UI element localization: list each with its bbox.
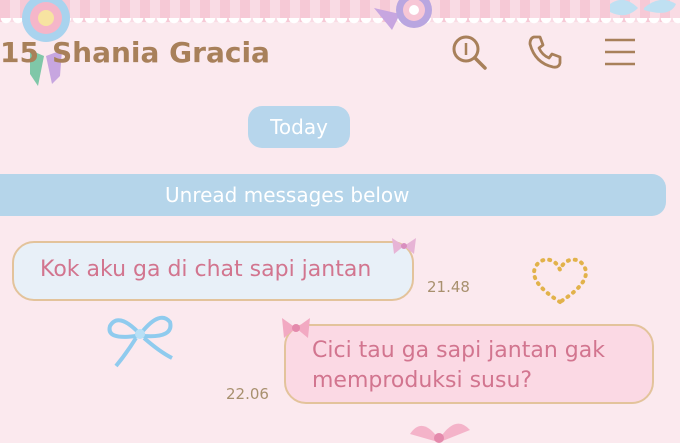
phone-icon[interactable]	[525, 32, 565, 72]
message-timestamp: 21.48	[427, 278, 470, 296]
incoming-message-bubble[interactable]: Kok aku ga di chat sapi jantan	[12, 241, 414, 301]
chat-header: 15 Shania Gracia	[0, 26, 680, 80]
menu-icon[interactable]	[600, 32, 640, 72]
ribbon-decoration-icon	[610, 0, 676, 16]
message-text: Kok aku ga di chat sapi jantan	[40, 257, 372, 282]
date-separator: Today	[248, 106, 350, 148]
message-text: Cici tau ga sapi jantan gak memproduksi …	[312, 338, 605, 393]
unread-messages-banner: Unread messages below	[0, 174, 666, 216]
message-timestamp: 22.06	[226, 385, 269, 403]
search-icon[interactable]	[449, 32, 489, 72]
unread-banner-label: Unread messages below	[165, 183, 410, 207]
heart-decoration-icon	[532, 257, 588, 305]
bow-decoration-icon	[392, 238, 416, 254]
contact-name[interactable]: Shania Gracia	[52, 36, 270, 69]
unread-count[interactable]: 15	[0, 36, 39, 69]
pink-bow-decoration-icon	[282, 318, 310, 338]
outgoing-message-bubble[interactable]: Cici tau ga sapi jantan gak memproduksi …	[284, 324, 654, 404]
pink-bow-decoration-icon	[410, 423, 470, 443]
blue-bow-decoration-icon	[107, 315, 173, 368]
